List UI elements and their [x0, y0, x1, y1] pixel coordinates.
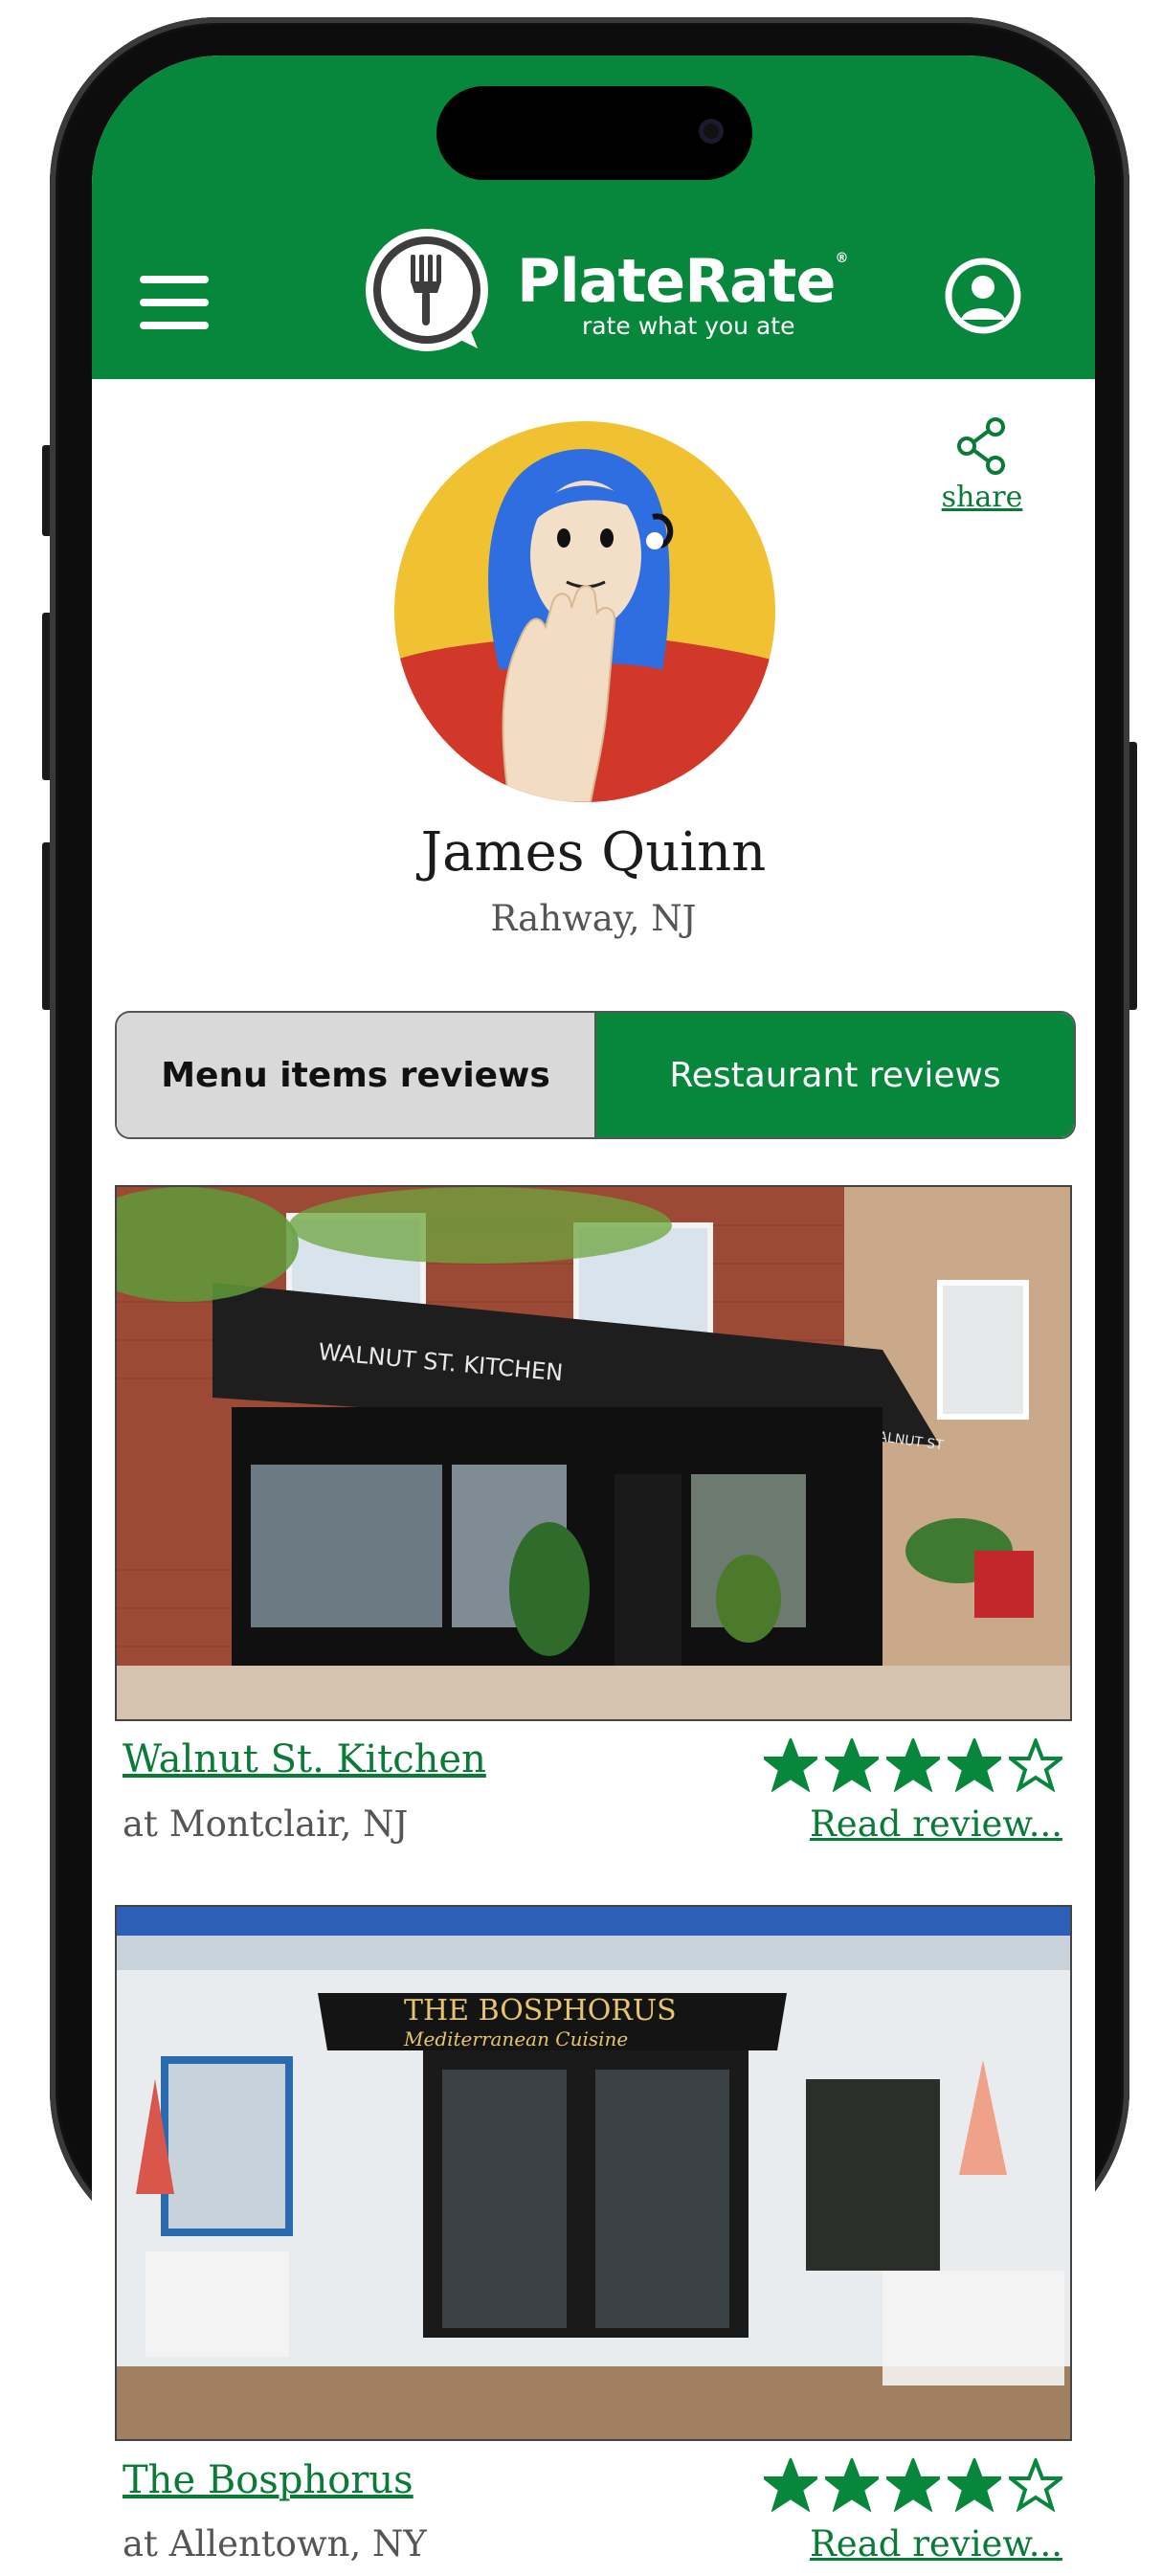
restaurant-name-link[interactable]: The Bosphorus [123, 2458, 413, 2502]
avatar [394, 421, 775, 802]
app-name: PlateRate® [517, 246, 848, 316]
review-type-tabs: Menu items reviews Restaurant reviews [115, 1011, 1076, 1139]
restaurant-photo[interactable]: THE BOSPHORUS Mediterranean Cuisine [115, 1905, 1072, 2441]
tab-restaurant-reviews[interactable]: Restaurant reviews [596, 1013, 1074, 1137]
profile-location: Rahway, NJ [490, 898, 697, 939]
fork-plate-logo [366, 229, 488, 351]
star-rating [764, 2458, 1062, 2512]
hamburger-menu-icon[interactable] [140, 276, 209, 329]
app-header: PlateRate® rate what you ate [92, 56, 1095, 379]
star-filled-icon [948, 2458, 1001, 2512]
star-filled-icon [764, 2458, 817, 2512]
read-review-link[interactable]: Read review... [810, 2523, 1062, 2565]
app-tagline: rate what you ate [582, 312, 795, 340]
star-empty-icon [1009, 1738, 1062, 1792]
share-label: share [941, 481, 1023, 514]
tab-menu-items-reviews[interactable]: Menu items reviews [117, 1013, 596, 1137]
user-account-icon[interactable] [944, 257, 1022, 335]
profile-name: James Quinn [420, 821, 767, 884]
star-filled-icon [886, 2458, 940, 2512]
star-filled-icon [825, 1738, 879, 1792]
restaurant-location: at Montclair, NJ [123, 1803, 409, 1845]
front-camera [699, 119, 724, 144]
restaurant-location: at Allentown, NY [123, 2523, 427, 2565]
star-filled-icon [886, 1738, 940, 1792]
star-filled-icon [948, 1738, 1001, 1792]
dynamic-island [436, 86, 752, 180]
restaurant-photo[interactable]: WALNUT ST. KITCHEN 58 WALNUT ST [115, 1185, 1072, 1721]
awning-sub-text: Mediterranean Cuisine [403, 2027, 628, 2050]
star-rating [764, 1738, 1062, 1792]
share-icon [957, 417, 1005, 475]
star-empty-icon [1009, 2458, 1062, 2512]
restaurant-name-link[interactable]: Walnut St. Kitchen [123, 1737, 486, 1781]
star-filled-icon [764, 1738, 817, 1792]
share-button[interactable]: share [934, 417, 1030, 514]
awning-sign-text: THE BOSPHORUS [404, 1994, 677, 2027]
star-filled-icon [825, 2458, 879, 2512]
read-review-link[interactable]: Read review... [810, 1803, 1062, 1845]
